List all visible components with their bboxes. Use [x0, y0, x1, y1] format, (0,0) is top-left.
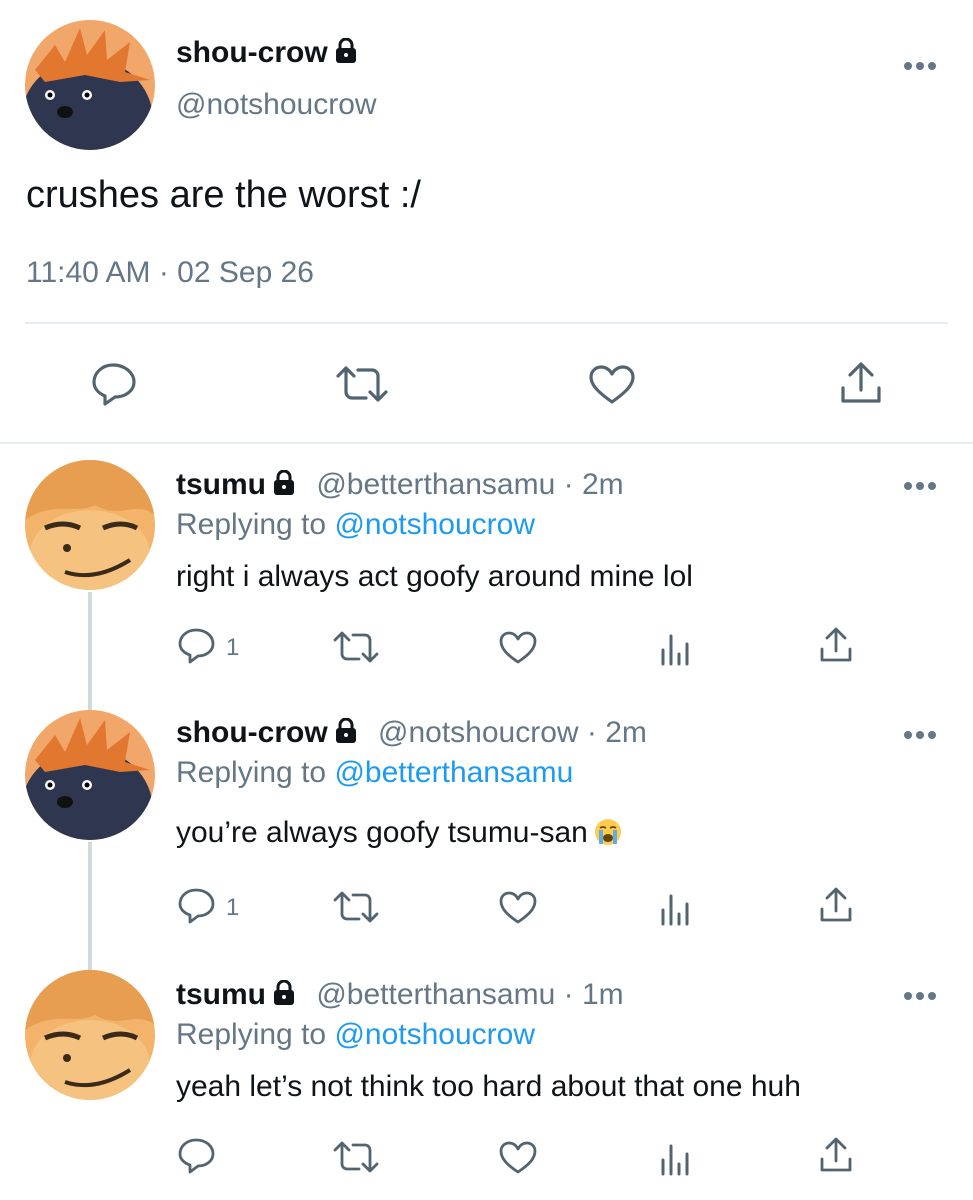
like-icon[interactable]	[588, 364, 636, 406]
retweet-icon[interactable]	[332, 1140, 380, 1174]
reply-text-content: you’re always goofy tsumu-san	[176, 816, 588, 849]
replying-to-line: Replying to @notshoucrow	[176, 508, 535, 542]
tweet-timestamp[interactable]: 11:40 AM · 02 Sep 26	[26, 256, 314, 290]
author-handle[interactable]: @betterthansamu	[316, 978, 555, 1011]
author-handle[interactable]: @notshoucrow	[176, 88, 377, 122]
author-handle[interactable]: @notshoucrow	[378, 716, 579, 749]
more-icon[interactable]	[903, 988, 937, 1000]
retweet-icon[interactable]	[332, 890, 380, 924]
author-name[interactable]: shou-crow	[176, 716, 328, 749]
reply-header: tsumu @betterthansamu · 2m	[176, 468, 624, 504]
avatar-shou-crow[interactable]	[25, 710, 155, 840]
share-icon[interactable]	[838, 360, 884, 406]
replying-to-line: Replying to @betterthansamu	[176, 756, 573, 790]
section-divider	[0, 442, 973, 444]
reply-text: right i always act goofy around mine lol	[176, 560, 693, 593]
thread-line	[88, 842, 92, 970]
reply-icon[interactable]	[178, 628, 216, 664]
share-icon[interactable]	[818, 886, 854, 924]
replying-to-line: Replying to @notshoucrow	[176, 1018, 535, 1052]
thread-line	[88, 592, 92, 712]
replying-to-link[interactable]: @betterthansamu	[334, 756, 573, 789]
reply-count: 1	[226, 634, 240, 661]
more-icon[interactable]	[903, 478, 937, 490]
replying-to-link[interactable]: @notshoucrow	[334, 1018, 535, 1051]
analytics-icon[interactable]	[658, 1140, 692, 1176]
reply-icon[interactable]	[178, 1138, 216, 1174]
author-name[interactable]: tsumu	[176, 978, 266, 1011]
more-icon[interactable]	[903, 727, 937, 739]
like-icon[interactable]	[498, 890, 538, 926]
like-icon[interactable]	[498, 1140, 538, 1176]
author-row: shou-crow	[176, 36, 358, 70]
reply-time[interactable]: 2m	[582, 468, 624, 501]
reply-text: yeah let’s not think too hard about that…	[176, 1070, 801, 1103]
reply-count: 1	[226, 894, 240, 921]
reply-text: you’re always goofy tsumu-san	[176, 816, 622, 850]
replying-label: Replying to	[176, 508, 335, 541]
reply-icon[interactable]	[91, 362, 137, 406]
reply-header: shou-crow @notshoucrow · 2m	[176, 716, 647, 752]
retweet-icon[interactable]	[332, 630, 380, 664]
divider	[25, 322, 948, 324]
avatar-shou-crow[interactable]	[25, 20, 155, 150]
avatar-tsumu[interactable]	[25, 970, 155, 1100]
reply-time[interactable]: 1m	[582, 978, 624, 1011]
separator: ·	[555, 978, 582, 1011]
tweet-text: crushes are the worst :/	[26, 174, 421, 216]
share-icon[interactable]	[818, 1136, 854, 1174]
author-name[interactable]: shou-crow	[176, 36, 328, 69]
replying-to-link[interactable]: @notshoucrow	[334, 508, 535, 541]
like-icon[interactable]	[498, 630, 538, 666]
author-handle[interactable]: @betterthansamu	[316, 468, 555, 501]
separator: ·	[555, 468, 582, 501]
replying-label: Replying to	[176, 756, 335, 789]
avatar-tsumu[interactable]	[25, 460, 155, 590]
retweet-icon[interactable]	[334, 364, 390, 404]
crying-emoji	[594, 818, 622, 846]
reply-time[interactable]: 2m	[605, 716, 647, 749]
lock-icon	[272, 979, 296, 1014]
share-icon[interactable]	[818, 626, 854, 664]
analytics-icon[interactable]	[658, 630, 692, 666]
reply-header: tsumu @betterthansamu · 1m	[176, 978, 624, 1014]
replying-label: Replying to	[176, 1018, 335, 1051]
lock-icon	[334, 37, 358, 69]
separator: ·	[578, 716, 606, 749]
reply-icon[interactable]	[178, 888, 216, 924]
lock-icon	[334, 717, 358, 752]
analytics-icon[interactable]	[658, 890, 692, 926]
author-name[interactable]: tsumu	[176, 468, 266, 501]
lock-icon	[272, 469, 296, 504]
more-icon[interactable]	[903, 58, 937, 70]
